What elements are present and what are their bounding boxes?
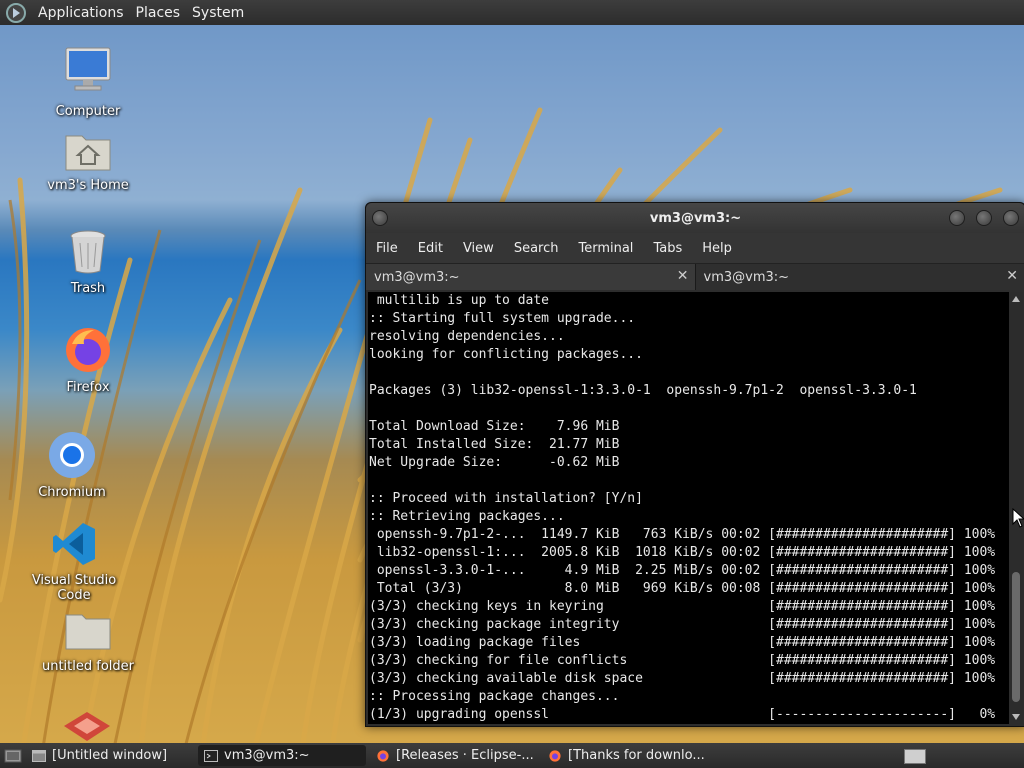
- task-label: [Releases · Eclipse-...: [396, 748, 534, 763]
- desktop-icon-vscode[interactable]: Visual Studio Code: [14, 521, 134, 603]
- desktop-icon-trash[interactable]: Trash: [28, 229, 148, 296]
- terminal-icon: [204, 749, 218, 762]
- menu-places[interactable]: Places: [130, 0, 187, 25]
- scrollbar-thumb[interactable]: [1012, 572, 1020, 702]
- terminal-line: openssh-9.7p1-2-... 1149.7 KiB 763 KiB/s…: [369, 527, 996, 542]
- taskbar-item-terminal[interactable]: vm3@vm3:~: [198, 745, 366, 766]
- window-icon: [32, 749, 46, 762]
- tab-close-icon[interactable]: ✕: [677, 268, 689, 284]
- terminal-line: lib32-openssl-1:... 2005.8 KiB 1018 KiB/…: [369, 545, 996, 560]
- task-label: [Untitled window]: [52, 748, 168, 763]
- terminal-line: :: Proceed with installation? [Y/n]: [369, 491, 643, 506]
- terminal-line: (3/3) checking available disk space [###…: [369, 671, 996, 686]
- terminal-line: (1/3) upgrading openssl [---------------…: [369, 707, 996, 722]
- terminal-line: Net Upgrade Size: -0.62 MiB: [369, 455, 620, 470]
- terminal-tabs: vm3@vm3:~ ✕ vm3@vm3:~ ✕: [366, 263, 1024, 290]
- window-menu-icon[interactable]: [372, 210, 388, 226]
- terminal-line: openssl-3.3.0-1-... 4.9 MiB 2.25 MiB/s 0…: [369, 563, 996, 578]
- vscode-icon: [53, 523, 95, 565]
- taskbar-item-firefox-thanks[interactable]: [Thanks for downlo...: [542, 745, 710, 766]
- top-panel: Applications Places System: [0, 0, 1024, 25]
- terminal-line: (3/3) loading package files [###########…: [369, 635, 996, 650]
- menu-system[interactable]: System: [186, 0, 250, 25]
- tab-close-icon[interactable]: ✕: [1006, 268, 1018, 284]
- desktop-icon-computer[interactable]: Computer: [28, 46, 148, 119]
- folder-icon: [65, 614, 111, 650]
- terminal-window[interactable]: vm3@vm3:~ File Edit View Search Terminal…: [365, 202, 1024, 727]
- task-label: vm3@vm3:~: [224, 748, 310, 763]
- menu-file[interactable]: File: [366, 241, 408, 256]
- terminal-line: Total (3/3) 8.0 MiB 969 KiB/s 00:08 [###…: [369, 581, 996, 596]
- mouse-cursor-icon: [1012, 508, 1024, 528]
- taskbar-item-firefox-releases[interactable]: [Releases · Eclipse-...: [370, 745, 538, 766]
- tab-terminal-1[interactable]: vm3@vm3:~ ✕: [366, 264, 696, 290]
- firefox-icon: [377, 749, 389, 762]
- trash-icon: [70, 230, 106, 274]
- terminal-line: (3/3) checking keys in keyring [########…: [369, 599, 996, 614]
- maximize-icon[interactable]: [976, 210, 992, 226]
- tab-label: vm3@vm3:~: [374, 269, 460, 285]
- terminal-line: :: Processing package changes...: [369, 689, 620, 704]
- firefox-icon: [66, 328, 110, 372]
- desktop-icon-label: vm3's Home: [47, 178, 129, 193]
- scroll-down-icon[interactable]: [1012, 714, 1020, 720]
- taskbar-item-untitled-window[interactable]: [Untitled window]: [26, 745, 194, 766]
- terminal-line: Total Installed Size: 21.77 MiB: [369, 437, 620, 452]
- minimize-icon[interactable]: [949, 210, 965, 226]
- terminal-output[interactable]: multilib is up to date:: Starting full s…: [368, 292, 1009, 724]
- terminal-menubar: File Edit View Search Terminal Tabs Help: [366, 233, 1024, 263]
- menu-edit[interactable]: Edit: [408, 241, 453, 256]
- task-label: [Thanks for downlo...: [568, 748, 705, 763]
- menu-applications[interactable]: Applications: [32, 0, 130, 25]
- desktop-icon-home[interactable]: vm3's Home: [28, 128, 148, 193]
- app-shortcut-icon[interactable]: [62, 710, 112, 743]
- computer-icon: [65, 47, 111, 91]
- desktop-icon-label: untitled folder: [41, 659, 134, 674]
- menu-view[interactable]: View: [453, 241, 504, 256]
- desktop-icon-label: Trash: [70, 281, 106, 296]
- menu-terminal[interactable]: Terminal: [568, 241, 643, 256]
- workspace-switcher[interactable]: [904, 749, 926, 764]
- show-desktop-icon[interactable]: [4, 748, 22, 764]
- desktop-icon-chromium[interactable]: Chromium: [12, 431, 132, 500]
- window-title: vm3@vm3:~: [649, 210, 742, 226]
- window-titlebar[interactable]: vm3@vm3:~: [366, 203, 1024, 233]
- home-folder-icon: [65, 135, 111, 171]
- terminal-line: :: Starting full system upgrade...: [369, 311, 636, 326]
- desktop-icon-untitled-folder[interactable]: untitled folder: [28, 609, 148, 674]
- terminal-line: Total Download Size: 7.96 MiB: [369, 419, 620, 434]
- tab-terminal-2[interactable]: vm3@vm3:~ ✕: [695, 264, 1024, 290]
- terminal-line: (3/3) checking package integrity [######…: [369, 617, 996, 632]
- desktop-icon-label: Chromium: [38, 485, 106, 500]
- bottom-panel: [Untitled window] vm3@vm3:~ [Releases · …: [0, 743, 1024, 768]
- terminal-line: Packages (3) lib32-openssl-1:3.3.0-1 ope…: [369, 383, 917, 398]
- menu-help[interactable]: Help: [692, 241, 742, 256]
- terminal-line: looking for conflicting packages...: [369, 347, 643, 362]
- terminal-line: :: Retrieving packages...: [369, 509, 565, 524]
- desktop-icon-label: Visual Studio Code: [31, 573, 117, 603]
- terminal-line: resolving dependencies...: [369, 329, 565, 344]
- desktop-icon-firefox[interactable]: Firefox: [28, 326, 148, 395]
- close-icon[interactable]: [1003, 210, 1019, 226]
- tab-label: vm3@vm3:~: [703, 269, 790, 285]
- terminal-line: (3/3) checking for file conflicts [#####…: [369, 653, 996, 668]
- chromium-icon: [49, 432, 95, 478]
- firefox-icon: [549, 749, 561, 762]
- distro-logo-icon[interactable]: [6, 2, 26, 23]
- desktop-icon-label: Firefox: [66, 380, 110, 395]
- terminal-line: multilib is up to date: [369, 293, 550, 308]
- desktop-icon-label: Computer: [55, 104, 121, 119]
- scroll-up-icon[interactable]: [1012, 296, 1020, 302]
- menu-tabs[interactable]: Tabs: [643, 241, 692, 256]
- menu-search[interactable]: Search: [504, 241, 569, 256]
